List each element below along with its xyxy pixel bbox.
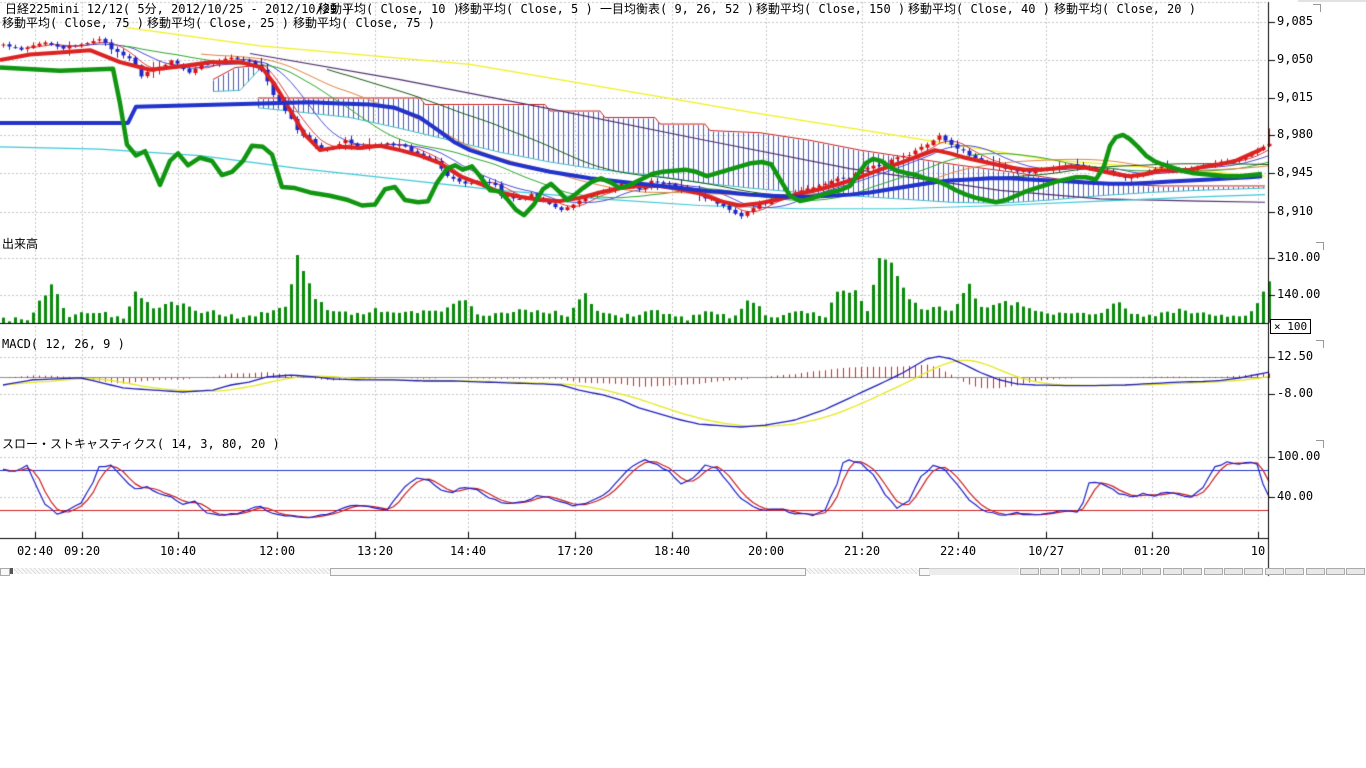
time-tick-label: 12:00 (259, 545, 295, 558)
time-tick-label: 18:40 (654, 545, 690, 558)
stoch-tick-label: 40.00 (1277, 490, 1313, 503)
time-tick-label: 22:40 (940, 545, 976, 558)
scrollbar-segment (1163, 568, 1182, 575)
panel-collapse-mark-macd[interactable] (1316, 340, 1324, 348)
scrollbar-thumb-left[interactable] (0, 568, 10, 576)
time-tick-label: 01:20 (1134, 545, 1170, 558)
time-tick-label: 10 (1251, 545, 1265, 558)
stoch-panel-title: スロー・ストキャスティクス( 14, 3, 80, 20 ) (2, 438, 280, 451)
scrollbar-segment (1346, 568, 1365, 575)
scrollbar-segment (1142, 568, 1161, 575)
scrollbar-track[interactable] (14, 568, 330, 574)
volume-tick-label: 310.00 (1277, 251, 1320, 264)
scrollbar-segment (1081, 568, 1100, 575)
scrollbar-track-plain[interactable] (929, 568, 1019, 575)
scrollbar-thumb-main[interactable] (330, 568, 806, 576)
scrollbar-drag-handle[interactable] (10, 568, 13, 574)
scrollbar-segment (1244, 568, 1263, 575)
legend-item: 移動平均( Close, 40 ) (908, 3, 1050, 16)
legend-item: 移動平均( Close, 75 ) (293, 17, 435, 30)
price-tick-label: 8,980 (1277, 128, 1313, 141)
legend-item: 一目均衡表( 9, 26, 52 ) (600, 3, 754, 16)
legend-item: 移動平均( Close, 75 ) (2, 17, 144, 30)
legend-item: 移動平均( Close, 25 ) (147, 17, 289, 30)
panel-collapse-mark-stoch[interactable] (1316, 440, 1324, 448)
price-tick-label: 9,085 (1277, 15, 1313, 28)
price-tick-label: 9,015 (1277, 91, 1313, 104)
macd-tick-label: -8.00 (1277, 387, 1313, 400)
stoch-tick-label: 100.00 (1277, 450, 1320, 463)
time-tick-label: 02:40 (17, 545, 53, 558)
scrollbar-segment (1102, 568, 1121, 575)
scrollbar-segment (1306, 568, 1325, 575)
horizontal-scrollbar[interactable] (0, 568, 1366, 576)
time-tick-label: 10/27 (1028, 545, 1064, 558)
chart-canvas[interactable] (0, 0, 1366, 768)
price-tick-label: 9,050 (1277, 53, 1313, 66)
legend-item: 移動平均( Close, 10 ) (318, 3, 460, 16)
panel-collapse-mark-price[interactable] (1313, 4, 1321, 12)
scrollbar-segment (1224, 568, 1243, 575)
scrollbar-segment (1285, 568, 1304, 575)
time-tick-label: 17:20 (557, 545, 593, 558)
scrollbar-track[interactable] (806, 568, 919, 574)
volume-multiplier-badge: × 100 (1270, 319, 1311, 334)
legend-item: 日経225mini 12/12( 5分, 2012/10/25 - 2012/1… (5, 3, 352, 16)
time-tick-label: 14:40 (450, 545, 486, 558)
time-tick-label: 21:20 (844, 545, 880, 558)
volume-panel-title: 出来高 (2, 238, 38, 251)
time-tick-label: 13:20 (357, 545, 393, 558)
legend-item: 移動平均( Close, 5 ) (458, 3, 593, 16)
macd-panel-title: MACD( 12, 26, 9 ) (2, 338, 125, 351)
scrollbar-segment (1122, 568, 1141, 575)
price-tick-label: 8,910 (1277, 205, 1313, 218)
scrollbar-segment (1265, 568, 1284, 575)
legend-item: 移動平均( Close, 20 ) (1054, 3, 1196, 16)
macd-tick-label: 12.50 (1277, 350, 1313, 363)
scrollbar-segment (1204, 568, 1223, 575)
panel-collapse-mark-volume[interactable] (1316, 242, 1324, 250)
window-edge-strip (1298, 0, 1366, 2)
scrollbar-segment (1326, 568, 1345, 575)
chart-application-window: 日経225mini 12/12( 5分, 2012/10/25 - 2012/1… (0, 0, 1366, 768)
time-tick-label: 09:20 (64, 545, 100, 558)
scrollbar-segment (1061, 568, 1080, 575)
legend-item: 移動平均( Close, 150 ) (756, 3, 905, 16)
scrollbar-segment (1020, 568, 1039, 575)
volume-tick-label: 140.00 (1277, 288, 1320, 301)
time-tick-label: 10:40 (160, 545, 196, 558)
scrollbar-segment (1040, 568, 1059, 575)
price-tick-label: 8,945 (1277, 166, 1313, 179)
time-tick-label: 20:00 (748, 545, 784, 558)
scrollbar-segment (1183, 568, 1202, 575)
